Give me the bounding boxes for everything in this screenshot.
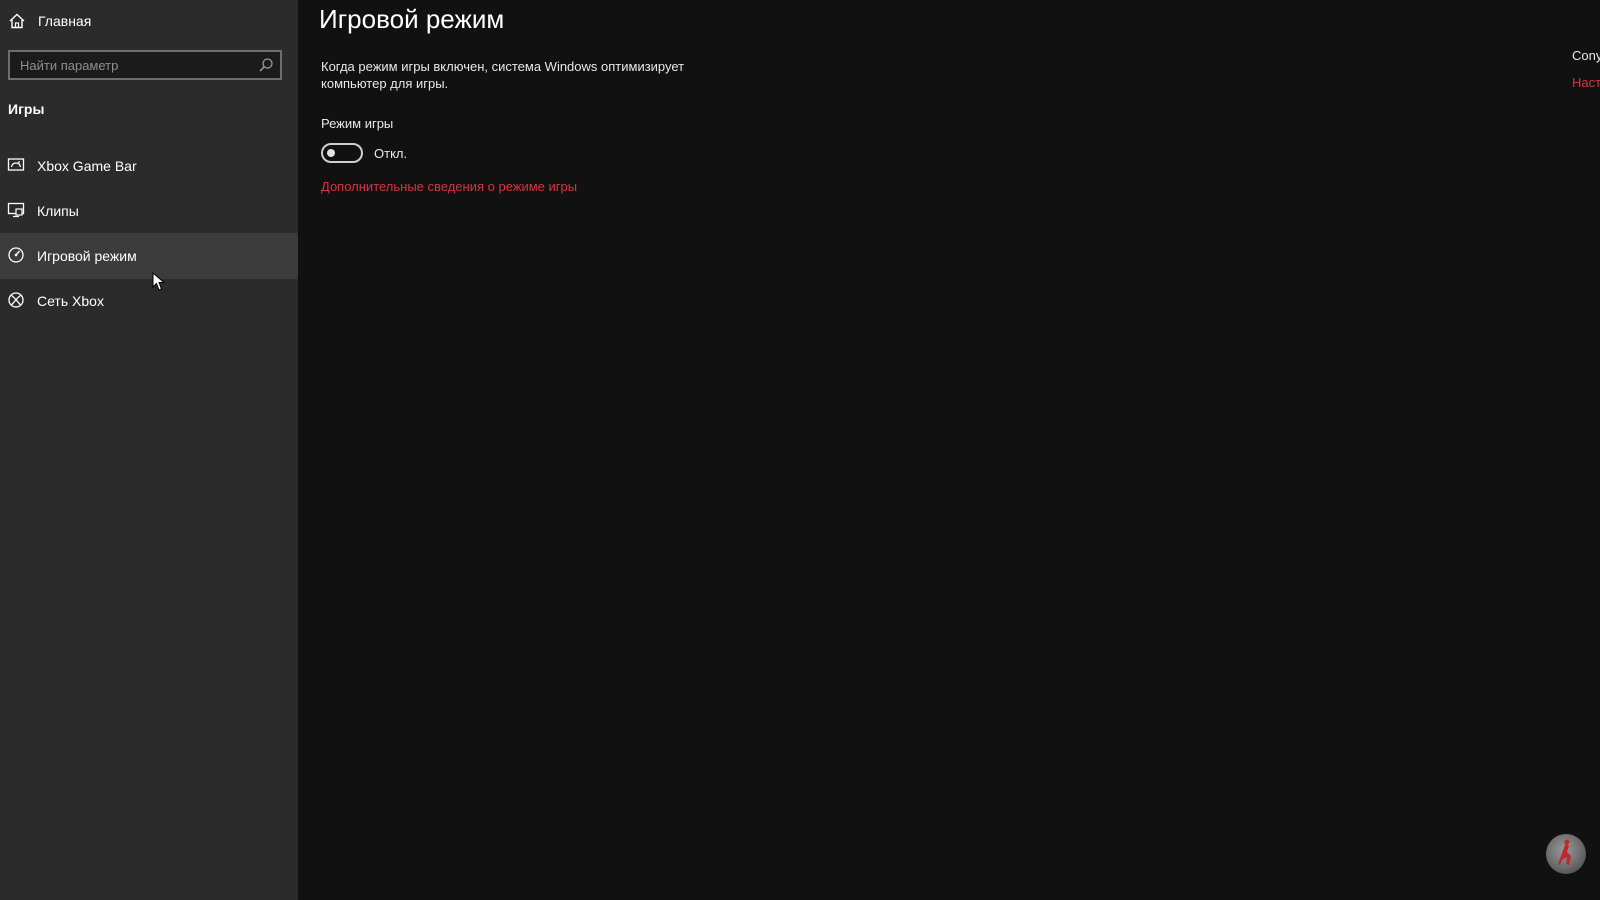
sidebar-item-label: Сеть Xbox [37, 293, 104, 309]
sidebar-item-label: Игровой режим [37, 248, 137, 264]
game-mode-toggle[interactable] [321, 143, 363, 163]
main-content: Игровой режим Когда режим игры включен, … [298, 0, 1600, 900]
related-panel-link[interactable]: Наст [1572, 75, 1600, 90]
sidebar: Главная Найти параметр Игры Xbox Game Ba… [0, 0, 298, 900]
home-link[interactable]: Главная [0, 0, 298, 42]
avatar[interactable] [1546, 834, 1586, 874]
search-icon[interactable] [258, 57, 274, 73]
sidebar-item-xbox-game-bar[interactable]: Xbox Game Bar [0, 143, 298, 189]
sidebar-item-label: Xbox Game Bar [37, 158, 137, 174]
sidebar-item-game-mode[interactable]: Игровой режим [0, 233, 298, 279]
search-placeholder: Найти параметр [20, 58, 119, 73]
related-panel-text: Cony [1572, 48, 1600, 63]
sidebar-item-label: Клипы [37, 203, 79, 219]
mouse-cursor-icon [152, 272, 166, 291]
sidebar-item-xbox-network[interactable]: Сеть Xbox [0, 278, 298, 324]
description: Когда режим игры включен, система Window… [321, 59, 685, 91]
figure-icon [1558, 839, 1571, 865]
home-icon [9, 13, 25, 29]
search-input[interactable]: Найти параметр [8, 50, 282, 80]
home-label: Главная [38, 13, 92, 29]
section-title: Игры [8, 101, 45, 117]
game-mode-setting-label: Режим игры [321, 116, 394, 131]
game-mode-icon [8, 247, 24, 263]
xbox-icon [8, 292, 24, 308]
toggle-knob [327, 149, 335, 157]
captures-icon [7, 202, 25, 218]
page-title: Игровой режим [319, 4, 505, 34]
sidebar-item-captures[interactable]: Клипы [0, 188, 298, 234]
toggle-state-label: Откл. [374, 146, 408, 161]
more-info-link[interactable]: Дополнительные сведения о режиме игры [321, 179, 577, 194]
xbox-game-bar-icon [7, 158, 25, 171]
